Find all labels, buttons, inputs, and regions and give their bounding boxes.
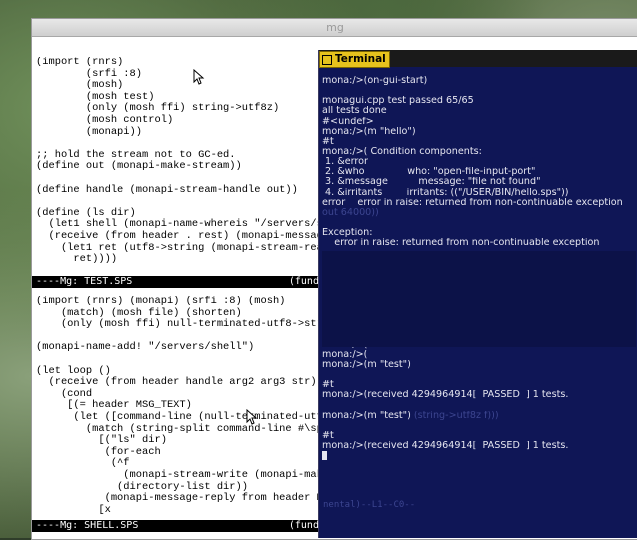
terminal-line: 1. &error <box>322 157 368 168</box>
window-box-icon[interactable] <box>322 54 332 65</box>
terminal-tab[interactable]: Terminal <box>319 51 390 68</box>
mouse-pointer-icon <box>246 409 258 425</box>
terminal-line: error error in raise: returned from non-… <box>322 197 623 208</box>
terminal-output[interactable]: mona:/>(on-gui-start) monagui.cpp test p… <box>322 76 636 538</box>
terminal-window[interactable]: Terminal mona:/>(on-gui-start) monagui.c… <box>318 50 637 538</box>
mg-window-title: mg <box>32 19 637 37</box>
terminal-line: mona:/>(m "hello") <box>322 126 416 137</box>
bottom-buffer-modeline: ----Mg: SHELL.SPS (fund <box>32 520 326 532</box>
terminal-line: 2. &who who: "open-file-input-port" <box>322 167 536 178</box>
text-cursor <box>322 451 327 461</box>
terminal-line: mona:/>(on-gui-start) <box>322 76 428 86</box>
exception-message: error in raise: returned from non-contin… <box>322 238 600 249</box>
terminal-line: mona:/>( <box>322 349 368 360</box>
terminal-line: mona:/>(received 4294964914[ PASSED ] 1 … <box>322 441 569 452</box>
terminal-line: #<undef> <box>322 116 374 127</box>
terminal-tab-label: Terminal <box>335 53 386 65</box>
terminal-line: #t <box>322 136 334 147</box>
terminal-titlebar: Terminal <box>319 50 637 68</box>
terminal-line: mona:/>(m "test") <box>322 359 411 370</box>
exception-label: Exception: <box>322 228 373 239</box>
exception-panel <box>322 251 636 347</box>
terminal-line: #t <box>322 430 334 441</box>
mouse-pointer-icon <box>193 69 205 85</box>
terminal-line: monagui.cpp test passed 65/65 <box>322 96 474 107</box>
terminal-line: all tests done <box>322 106 387 117</box>
terminal-ghost-line: out 64000)) <box>322 207 379 218</box>
terminal-line: 3. &message message: "file not found" <box>322 177 541 188</box>
terminal-prompt-line[interactable] <box>322 451 636 461</box>
terminal-line: 4. &irritants irritants: (("/USER/BIN/he… <box>322 187 569 198</box>
terminal-line: mona:/>(m "test") (string->utf8z f))) <box>322 410 499 421</box>
terminal-ghost-modeline: nental)--L1--C0-- <box>323 500 416 510</box>
terminal-ghost-text: (string->utf8z f))) <box>410 410 499 421</box>
terminal-line: mona:/>( Condition components: <box>322 146 482 157</box>
terminal-line: #t <box>322 380 334 391</box>
top-buffer-modeline: ----Mg: TEST.SPS (fund <box>32 276 326 288</box>
terminal-line: mona:/>(received 4294964914[ PASSED ] 1 … <box>322 390 569 401</box>
